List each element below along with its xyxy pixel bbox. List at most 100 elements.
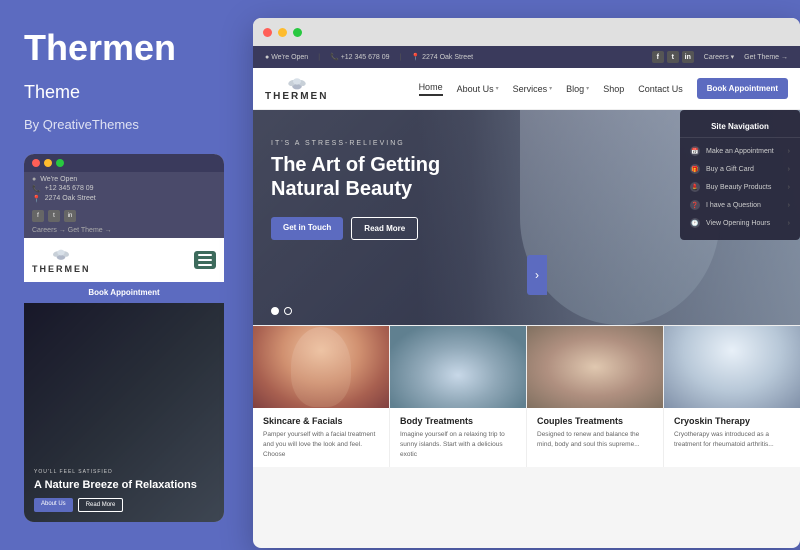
- nav-home[interactable]: Home: [419, 82, 443, 96]
- cryo-title: Cryoskin Therapy: [674, 416, 790, 426]
- body-treatments-title: Body Treatments: [400, 416, 516, 426]
- mobile-hero-title: A Nature Breeze of Relaxations: [34, 478, 214, 492]
- read-more-button[interactable]: Read More: [351, 217, 418, 240]
- cryo-desc: Cryotherapy was introduced as a treatmen…: [674, 430, 790, 450]
- mobile-phone: 📞 +12 345 678 09: [32, 185, 216, 193]
- nav-panel-question[interactable]: ❓ I have a Question ›: [680, 196, 800, 214]
- mobile-preview-card: ● We're Open 📞 +12 345 678 09 📍 2274 Oak…: [24, 154, 224, 522]
- mobile-topbar: [24, 154, 224, 172]
- hamburger-line-3: [198, 264, 212, 266]
- mobile-open-status: ● We're Open: [32, 176, 216, 183]
- twitter-icon[interactable]: t: [667, 51, 679, 63]
- site-logo: THERMEN: [265, 75, 328, 102]
- linkedin-icon-mobile: in: [64, 210, 76, 222]
- site-logo-text: THERMEN: [265, 91, 328, 102]
- topbar-address: 📍 2274 Oak Street: [411, 53, 473, 61]
- hero-buttons: Get in Touch Read More: [271, 217, 440, 240]
- nav-panel-opening-hours[interactable]: 🕐 View Opening Hours ›: [680, 214, 800, 232]
- nav-panel-arrow-2: ›: [788, 166, 790, 173]
- hero-title: The Art of Getting Natural Beauty: [271, 153, 440, 201]
- dot-yellow: [44, 159, 52, 167]
- topbar-open: ● We're Open: [265, 54, 308, 61]
- appointment-icon: 📅: [690, 146, 700, 156]
- couples-card-body: Couples Treatments Designed to renew and…: [527, 408, 663, 458]
- book-appointment-button[interactable]: Book Appointment: [697, 78, 788, 99]
- topbar-sep1: |: [318, 54, 320, 61]
- hero-dot-1[interactable]: [271, 307, 279, 315]
- nav-services[interactable]: Services ▾: [513, 84, 553, 94]
- skincare-card-body: Skincare & Facials Pamper yourself with …: [253, 408, 389, 467]
- hero-dot-2[interactable]: [284, 307, 292, 315]
- nav-panel-beauty-products[interactable]: 💄 Buy Beauty Products ›: [680, 178, 800, 196]
- body-card-body: Body Treatments Imagine yourself on a re…: [390, 408, 526, 467]
- twitter-icon-mobile: t: [48, 210, 60, 222]
- nav-blog[interactable]: Blog ▾: [566, 84, 589, 94]
- facebook-icon[interactable]: f: [652, 51, 664, 63]
- mobile-read-more-btn[interactable]: Read More: [78, 498, 124, 512]
- topbar-sep2: |: [400, 54, 402, 61]
- site-nav-links: Home About Us ▾ Services ▾ Blog ▾ Shop C…: [419, 82, 683, 96]
- topbar-right: f t in Careers ▾ Get Theme →: [652, 51, 788, 63]
- site-navbar: THERMEN Home About Us ▾ Services ▾ Blog …: [253, 68, 800, 110]
- couples-title: Couples Treatments: [537, 416, 653, 426]
- topbar-get-theme[interactable]: Get Theme →: [744, 54, 788, 61]
- browser-dot-green: [293, 28, 302, 37]
- service-card-couples: Couples Treatments Designed to renew and…: [527, 326, 664, 467]
- service-cards-section: Skincare & Facials Pamper yourself with …: [253, 325, 800, 467]
- get-in-touch-button[interactable]: Get in Touch: [271, 217, 343, 240]
- cryo-image: [664, 326, 800, 408]
- linkedin-icon[interactable]: in: [682, 51, 694, 63]
- nav-panel-arrow-1: ›: [788, 148, 790, 155]
- nav-contact[interactable]: Contact Us: [638, 84, 683, 94]
- couples-desc: Designed to renew and balance the mind, …: [537, 430, 653, 450]
- brand-title: Thermen: [24, 28, 224, 68]
- mobile-about-btn[interactable]: About Us: [34, 498, 73, 512]
- right-arrow-button[interactable]: ›: [527, 255, 547, 295]
- browser-titlebar: [253, 18, 800, 46]
- facebook-icon-mobile: f: [32, 210, 44, 222]
- skincare-image: [253, 326, 389, 408]
- phone-icon: 📞: [32, 185, 41, 193]
- dot-red: [32, 159, 40, 167]
- hero-tag: IT'S A STRESS-RELIEVING: [271, 140, 440, 147]
- nav-panel-gift-card[interactable]: 🎁 Buy a Gift Card ›: [680, 160, 800, 178]
- service-card-body-treatments: Body Treatments Imagine yourself on a re…: [390, 326, 527, 467]
- couples-image: [527, 326, 663, 408]
- nav-panel-arrow-3: ›: [788, 184, 790, 191]
- mobile-book-button[interactable]: Book Appointment: [24, 282, 224, 303]
- mobile-hero-btns: About Us Read More: [34, 498, 214, 512]
- site-navigation-panel: Site Navigation 📅 Make an Appointment › …: [680, 110, 800, 240]
- skincare-desc: Pamper yourself with a facial treatment …: [263, 430, 379, 459]
- mobile-hero-tag: YOU'LL FEEL SATISFIED: [34, 469, 214, 475]
- mobile-careers-row: Careers → Get Theme →: [24, 225, 224, 238]
- browser-dot-yellow: [278, 28, 287, 37]
- topbar-careers[interactable]: Careers ▾: [704, 53, 734, 61]
- hero-slider-dots: [271, 307, 292, 315]
- hamburger-menu[interactable]: [194, 251, 216, 269]
- nav-shop[interactable]: Shop: [603, 84, 624, 94]
- mobile-social-row: f t in: [24, 207, 224, 225]
- nav-panel-appointment[interactable]: 📅 Make an Appointment ›: [680, 142, 800, 160]
- dot-green: [56, 159, 64, 167]
- question-icon: ❓: [690, 200, 700, 210]
- beauty-icon: 💄: [690, 182, 700, 192]
- clock-icon: 🕐: [690, 218, 700, 228]
- mobile-info-bar: ● We're Open 📞 +12 345 678 09 📍 2274 Oak…: [24, 172, 224, 207]
- body-treatments-image: [390, 326, 526, 408]
- topbar-phone: 📞 +12 345 678 09: [330, 53, 390, 61]
- hamburger-line-1: [198, 254, 212, 256]
- lotus-icon-mobile: [50, 246, 72, 262]
- body-treatments-desc: Imagine yourself on a relaxing trip to s…: [400, 430, 516, 459]
- brand-by: By QreativeThemes: [24, 117, 224, 132]
- social-icons-row: f t in: [652, 51, 694, 63]
- mobile-address: 📍 2274 Oak Street: [32, 195, 216, 203]
- service-card-cryo: Cryoskin Therapy Cryotherapy was introdu…: [664, 326, 800, 467]
- hamburger-line-2: [198, 259, 212, 261]
- wifi-icon: ●: [32, 176, 36, 183]
- mobile-nav: THERMEN: [24, 238, 224, 282]
- site-topbar: ● We're Open | 📞 +12 345 678 09 | 📍 2274…: [253, 46, 800, 68]
- nav-about[interactable]: About Us ▾: [457, 84, 499, 94]
- hero-content: IT'S A STRESS-RELIEVING The Art of Getti…: [271, 140, 440, 240]
- lotus-icon: [285, 75, 309, 91]
- nav-panel-arrow-4: ›: [788, 202, 790, 209]
